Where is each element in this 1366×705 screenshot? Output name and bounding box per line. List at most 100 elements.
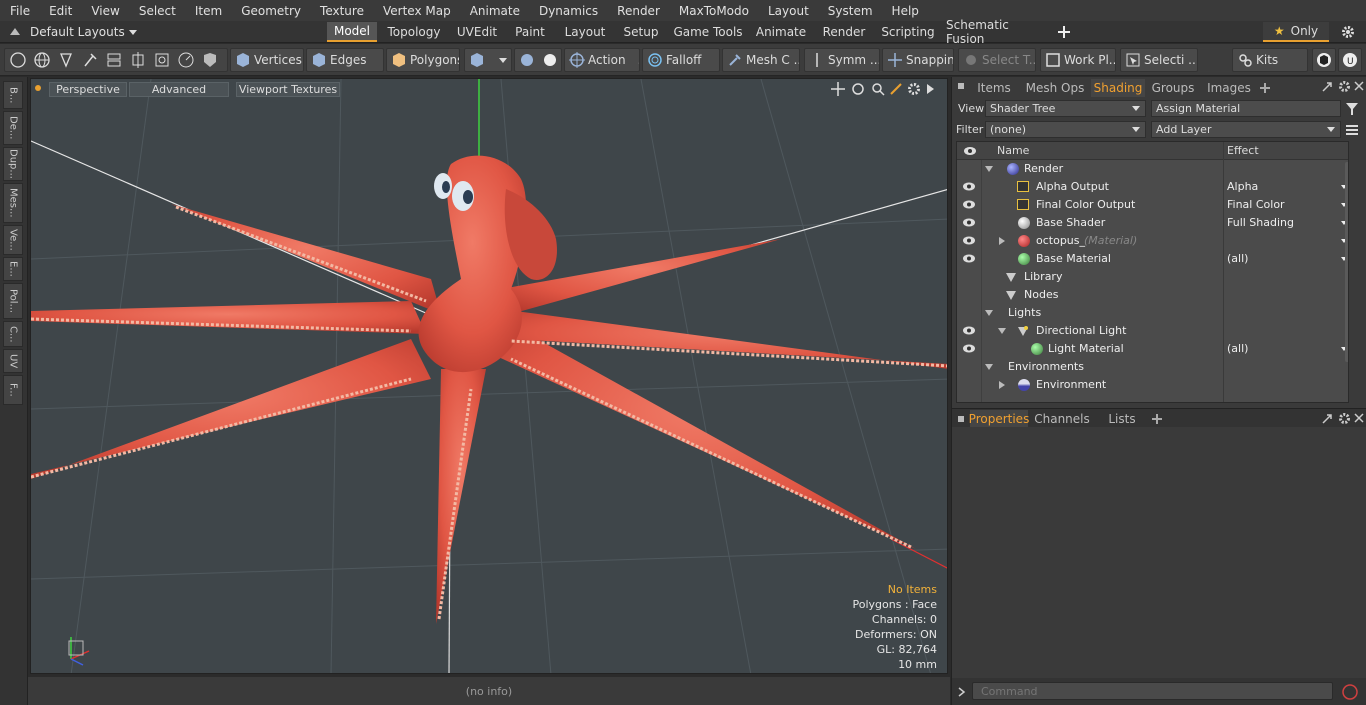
eye-icon[interactable] [962,218,976,227]
tree-row-directional-light[interactable]: Directional Light [957,322,1348,340]
left-tab-edge[interactable]: E... [3,257,23,281]
left-tab-polygon[interactable]: Pol... [3,283,23,319]
edges-button[interactable]: Edges [306,48,384,72]
menu-item[interactable]: Item [185,4,231,18]
circle-select-icon[interactable] [9,51,27,69]
mesh-constraint-button[interactable]: Mesh C ... [722,48,800,72]
tab-properties[interactable]: Properties [969,410,1029,428]
filter-funnel-icon[interactable] [1345,102,1359,116]
tab-items[interactable]: Items [972,79,1016,97]
expand-arrow-icon[interactable] [985,166,993,172]
globe-icon[interactable] [33,51,51,69]
tree-row-base-material[interactable]: Base Material (all) [957,250,1348,268]
transform-icon[interactable] [129,51,147,69]
menu-render[interactable]: Render [607,4,669,18]
close-icon[interactable] [1354,413,1364,423]
left-tab-fusion[interactable]: F... [3,375,23,405]
left-tab-mesh-edit[interactable]: Mes... [3,183,23,223]
action-button[interactable]: Action... [564,48,640,72]
menu-layout[interactable]: Layout [758,4,818,18]
col-effect-header[interactable]: Effect [1227,144,1259,157]
assign-material-dropdown[interactable]: Assign Material [1151,100,1341,117]
vertices-button[interactable]: Vertices [230,48,304,72]
tab-channels[interactable]: Channels [1034,410,1090,428]
tree-row-effect[interactable]: (all) [1227,252,1248,265]
tree-row-base-shader[interactable]: Base Shader Full Shading [957,214,1348,232]
tab-uvedit[interactable]: UVEdit [451,22,503,42]
select-through-button[interactable]: Select T... [958,48,1036,72]
viewport-menu-dot-icon[interactable] [35,85,41,91]
tab-groups[interactable]: Groups [1149,79,1197,97]
render-mode-group[interactable] [514,48,562,72]
tree-row-environment[interactable]: Environment [957,376,1348,394]
panel-gear-icon[interactable] [1338,80,1351,93]
menu-system[interactable]: System [818,4,882,18]
menu-animate[interactable]: Animate [460,4,529,18]
align-icon[interactable] [105,51,123,69]
expand-arrow-icon[interactable] [985,364,993,370]
viewport-more-icon[interactable] [925,83,935,95]
expand-arrow-icon[interactable] [998,328,1006,334]
left-tab-deform[interactable]: De... [3,111,23,145]
layout-selector[interactable]: Default Layouts [0,21,150,43]
tree-row-effect[interactable]: Final Color [1227,198,1285,211]
tree-row-effect[interactable]: Full Shading [1227,216,1294,229]
left-tab-duplicate[interactable]: Dup... [3,147,23,181]
tree-row-library[interactable]: Library [957,268,1348,286]
left-tab-curve[interactable]: C... [3,321,23,347]
menu-maxtomodo[interactable]: MaxToModo [669,4,758,18]
viewport-gear-icon[interactable] [907,82,921,96]
tab-shading[interactable]: Shading [1091,79,1145,97]
add-layer-dropdown[interactable]: Add Layer [1151,121,1341,138]
tree-row-environments[interactable]: Environments [957,358,1348,376]
tab-model[interactable]: Model [327,22,377,42]
tab-layout[interactable]: Layout [557,22,613,42]
menu-dynamics[interactable]: Dynamics [529,4,607,18]
menu-view[interactable]: View [81,4,128,18]
tree-scrollbar[interactable] [1345,162,1348,362]
expand-icon[interactable] [1321,81,1333,93]
properties-menu-dot-icon[interactable] [958,416,964,422]
viewport-tab-textures[interactable]: Viewport Textures [236,82,340,97]
tree-row-render[interactable]: Render [957,160,1348,178]
rotate-icon[interactable] [851,82,865,96]
expand-arrow-icon[interactable] [999,237,1005,245]
viewport-tab-perspective[interactable]: Perspective [49,82,127,97]
selection-sets-button[interactable]: Selecti ... [1120,48,1198,72]
menu-edit[interactable]: Edit [39,4,81,18]
tab-schematic-fusion[interactable]: Schematic Fusion [946,18,1050,46]
command-input[interactable] [972,682,1333,700]
left-tab-basic[interactable]: B... [3,81,23,109]
tree-row-light-material[interactable]: Light Material (all) [957,340,1348,358]
tree-row-alpha-output[interactable]: Alpha Output Alpha [957,178,1348,196]
tab-topology[interactable]: Topology [384,22,444,42]
eye-icon[interactable] [962,326,976,335]
expand-arrow-icon[interactable] [999,381,1005,389]
menu-geometry[interactable]: Geometry [231,4,310,18]
tree-row-nodes[interactable]: Nodes [957,286,1348,304]
tab-setup[interactable]: Setup [619,22,663,42]
eye-icon[interactable] [962,254,976,263]
snapping-button[interactable]: Snapping [882,48,954,72]
settings-button[interactable] [1334,22,1362,42]
tree-row-lights[interactable]: Lights [957,304,1348,322]
item-mode-button[interactable] [464,48,512,72]
pan-icon[interactable] [831,82,845,96]
menu-texture[interactable]: Texture [310,4,373,18]
eye-header-icon[interactable] [963,146,977,156]
tab-render[interactable]: Render [817,22,871,42]
eye-icon[interactable] [962,236,976,245]
left-tab-uv[interactable]: UV [3,349,23,373]
tab-scripting[interactable]: Scripting [877,22,939,42]
falloff-button[interactable]: Falloff [642,48,720,72]
add-panel-tab-button[interactable] [1258,79,1272,97]
square-icon[interactable] [153,51,171,69]
symmetry-button[interactable]: Symm ... [804,48,880,72]
eye-icon[interactable] [962,344,976,353]
menu-file[interactable]: File [0,4,39,18]
properties-gear-icon[interactable] [1338,412,1351,425]
timer-icon[interactable] [177,51,195,69]
menu-select[interactable]: Select [129,4,185,18]
lasso-icon[interactable] [57,51,75,69]
brush-icon[interactable] [81,51,99,69]
